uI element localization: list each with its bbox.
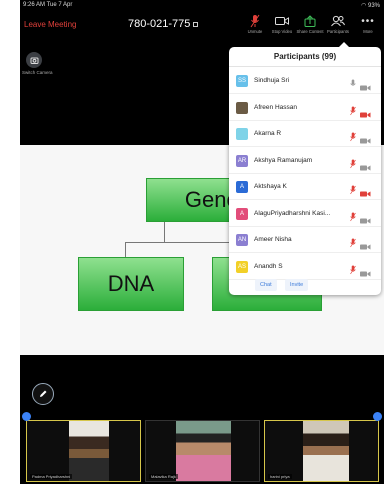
video-thumbnail[interactable]: harini priya xyxy=(264,420,379,482)
switch-camera-label: Switch Camera xyxy=(22,70,53,75)
participant-name: AlaguPriyadharshni Kasi... xyxy=(254,209,331,217)
mic-icon xyxy=(350,76,356,86)
slide-dna-box: DNA xyxy=(78,257,184,311)
participant-row[interactable]: AN Ameer Nisha xyxy=(229,227,381,253)
participant-name: Ameer Nisha xyxy=(254,236,292,243)
share-screen-icon xyxy=(296,14,324,28)
mic-muted-icon xyxy=(350,156,356,168)
video-off-icon xyxy=(360,264,371,276)
participant-name: Anandh S xyxy=(254,262,283,270)
participant-row[interactable]: Afreen Hassan xyxy=(229,95,381,121)
video-thumbnail[interactable]: Padma Priyadharshni xyxy=(26,420,141,482)
stop-video-label: Stop Video xyxy=(271,29,293,34)
video-off-icon xyxy=(360,237,371,250)
zoom-meeting-screen: 9:26 AM Tue 7 Apr ◠ 93% Leave Meeting 78… xyxy=(20,0,384,484)
slide-connector xyxy=(125,242,126,257)
participant-name: Akarna R xyxy=(254,130,282,137)
mic-muted-icon xyxy=(350,129,356,142)
meeting-id-label[interactable]: 780-021-775 xyxy=(128,18,199,30)
participant-name: Afreen Hassan xyxy=(254,103,297,111)
participant-row[interactable]: SS Sindhuja Sri xyxy=(229,68,381,94)
meeting-id-text: 780-021-775 xyxy=(128,18,191,30)
video-off-icon xyxy=(360,105,371,117)
invite-button[interactable]: Invite xyxy=(285,279,309,291)
wifi-icon: ◠ xyxy=(361,3,368,9)
slide-connector xyxy=(164,222,165,242)
participants-button[interactable]: Participants xyxy=(324,14,352,34)
chat-button[interactable]: Chat xyxy=(255,279,277,291)
participants-label: Participants xyxy=(327,29,349,34)
thumbnail-name: Malavika Rajk xyxy=(149,474,178,479)
participant-row[interactable]: Akarna R xyxy=(229,121,381,147)
battery-percent: 93% xyxy=(367,3,380,9)
thumbnail-name: Padma Priyadharshni xyxy=(30,474,73,479)
participant-video xyxy=(176,421,231,481)
mic-muted-icon xyxy=(350,103,356,115)
mic-muted-icon xyxy=(350,209,356,221)
participant-name: Sindhuja Sri xyxy=(254,77,290,84)
participants-footer: Chat Invite xyxy=(229,277,381,293)
participant-name: Akshya Ramanujam xyxy=(254,156,313,164)
video-camera-icon xyxy=(268,14,296,28)
more-dots-icon: ••• xyxy=(361,15,375,27)
avatar xyxy=(236,101,248,114)
participant-video xyxy=(69,421,109,481)
slide-dna-text: DNA xyxy=(107,271,155,296)
avatar xyxy=(236,128,248,140)
unmute-button[interactable]: Unmute xyxy=(241,14,269,34)
avatar: SS xyxy=(236,75,248,87)
video-thumbnail[interactable]: Malavika Rajk xyxy=(145,420,260,482)
video-off-icon xyxy=(360,131,371,144)
avatar: A xyxy=(236,207,248,220)
avatar: A xyxy=(236,181,248,193)
avatar: AR xyxy=(236,154,248,167)
participant-row[interactable]: AR Akshya Ramanujam xyxy=(229,148,381,174)
mic-muted-icon xyxy=(350,235,356,248)
lock-icon xyxy=(193,22,199,27)
participants-title: Participants (99) xyxy=(229,47,381,67)
more-button[interactable]: ••• More xyxy=(354,14,382,35)
mic-muted-icon xyxy=(241,14,269,28)
meeting-toolbar: Leave Meeting 780-021-775 Unmute Stop Vi… xyxy=(20,10,384,40)
video-thumbnail-strip: Padma Priyadharshni Malavika Rajk harini… xyxy=(20,412,384,484)
unmute-label: Unmute xyxy=(247,29,263,34)
participant-row[interactable]: AS Anandh S xyxy=(229,254,381,280)
participant-name: Aktshaya K xyxy=(254,183,287,190)
video-off-icon xyxy=(360,158,371,170)
switch-camera-icon xyxy=(30,57,38,64)
resize-handle[interactable] xyxy=(373,412,382,421)
stop-video-button[interactable]: Stop Video xyxy=(268,14,296,34)
annotate-button[interactable] xyxy=(32,383,54,405)
video-off-icon xyxy=(360,78,371,91)
video-off-icon xyxy=(360,184,371,197)
video-off-icon xyxy=(360,211,371,223)
participants-icon xyxy=(324,14,352,28)
leave-meeting-button[interactable]: Leave Meeting xyxy=(24,20,76,29)
resize-handle[interactable] xyxy=(22,412,31,421)
avatar: AS xyxy=(236,260,248,273)
participants-panel: Participants (99) SS Sindhuja Sri Afreen H… xyxy=(229,42,381,295)
status-battery: ◠ 93% xyxy=(361,2,380,9)
mic-muted-icon xyxy=(350,262,356,274)
share-content-label: Share Content xyxy=(296,29,324,34)
participant-row[interactable]: A Aktshaya K xyxy=(229,174,381,200)
participant-video xyxy=(303,421,349,481)
pencil-icon xyxy=(40,390,47,397)
avatar: AN xyxy=(236,234,248,246)
participant-row[interactable]: A AlaguPriyadharshni Kasi... xyxy=(229,201,381,227)
more-label: More xyxy=(363,29,373,34)
thumbnail-name: harini priya xyxy=(268,474,292,479)
share-content-button[interactable]: Share Content xyxy=(296,14,324,34)
mic-muted-icon xyxy=(350,182,356,195)
switch-camera-button[interactable] xyxy=(26,52,42,68)
status-time: 9:26 AM Tue 7 Apr xyxy=(23,2,73,8)
